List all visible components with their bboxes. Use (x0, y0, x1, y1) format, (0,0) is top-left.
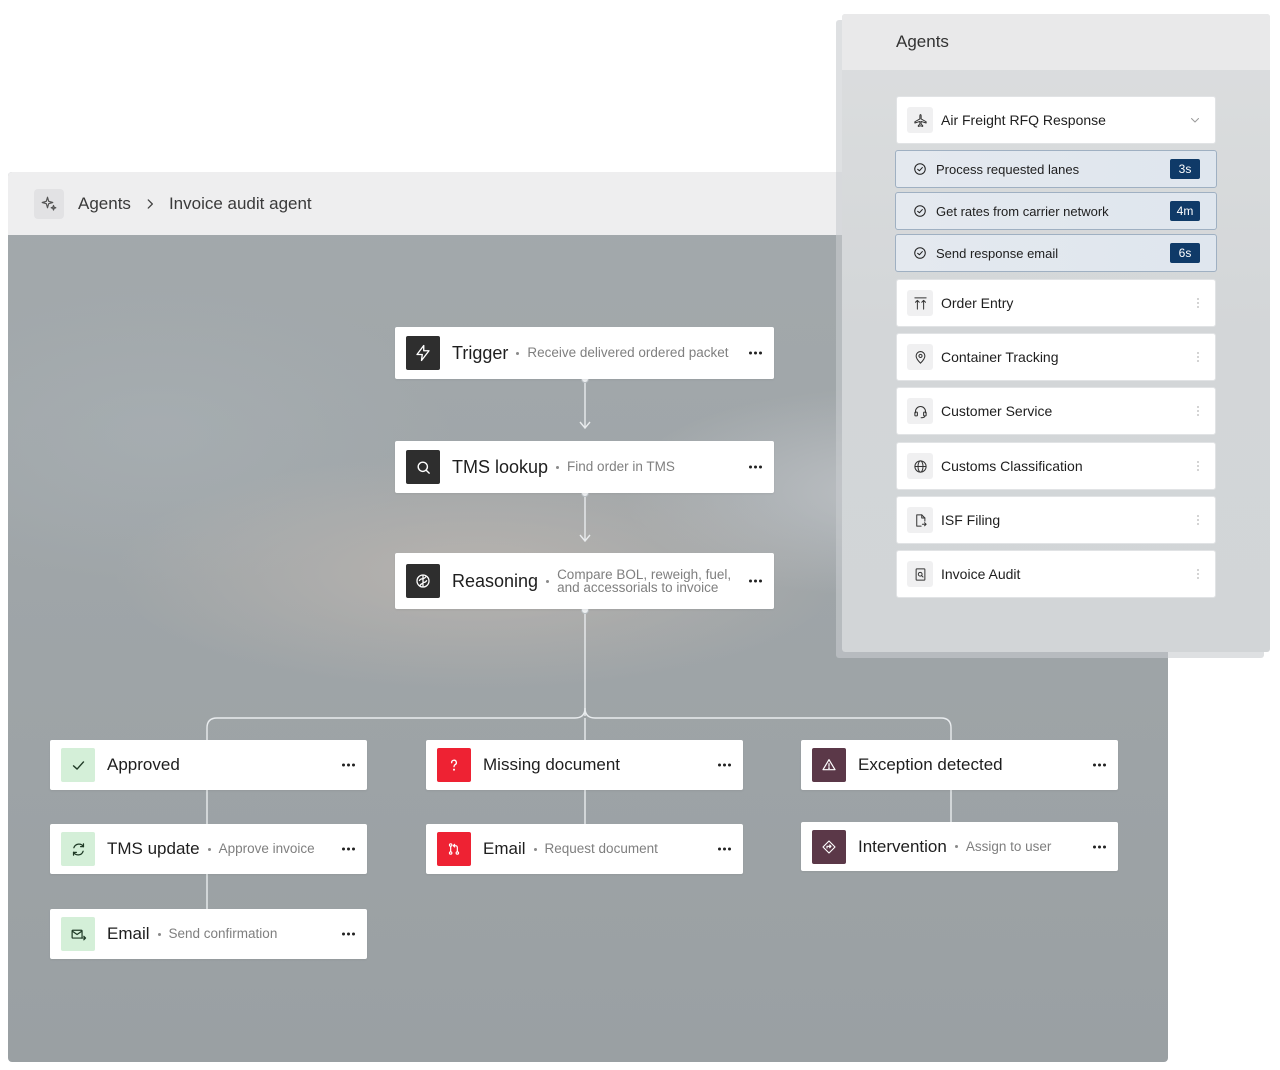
node-subtitle-line2: and accessorials to invoice (557, 580, 719, 595)
check-circle-icon (913, 204, 927, 218)
node-title: TMS update (107, 839, 200, 858)
exception-detected-node[interactable]: Exception detected (801, 740, 1118, 790)
more-options-icon[interactable] (342, 932, 355, 936)
reasoning-node[interactable]: Reasoning Compare BOL, reweigh, fuel, an… (395, 553, 774, 609)
separator-dot (157, 932, 161, 936)
kebab-menu-icon[interactable] (1197, 352, 1199, 362)
search-icon (406, 450, 440, 484)
node-subtitle: Assign to user (965, 838, 1052, 854)
agent-label: Customs Classification (941, 458, 1083, 474)
more-options-icon[interactable] (342, 847, 355, 851)
agent-label: Air Freight RFQ Response (941, 112, 1106, 128)
agent-customs-classification[interactable]: Customs Classification (896, 442, 1216, 490)
node-title: Approved (107, 755, 180, 774)
agent-dropdown-air-freight-rfq[interactable]: Air Freight RFQ Response (896, 96, 1216, 144)
mail-send-icon (61, 917, 95, 951)
more-options-icon[interactable] (749, 465, 762, 469)
node-title: Reasoning (452, 570, 539, 591)
agent-customer-service[interactable]: Customer Service (896, 387, 1216, 435)
node-subtitle-line1: Compare BOL, reweigh, fuel, (557, 566, 732, 582)
upload-arrows-icon (907, 290, 933, 316)
step-label: Process requested lanes (936, 161, 1080, 177)
agent-label: Customer Service (941, 403, 1053, 419)
invoice-search-icon (907, 561, 933, 587)
check-circle-icon (913, 162, 927, 176)
email-request-node[interactable]: Email Request document (426, 824, 743, 874)
check-circle-icon (913, 246, 927, 260)
separator-dot (954, 845, 958, 848)
step-label: Send response email (936, 245, 1059, 261)
separator-dot (516, 351, 520, 355)
agents-panel-title: Agents (842, 14, 1270, 70)
agent-order-entry[interactable]: Order Entry (896, 279, 1216, 327)
node-subtitle: Approve invoice (218, 841, 315, 857)
node-title: Intervention (858, 836, 947, 856)
headset-icon (907, 398, 933, 424)
kebab-menu-icon[interactable] (1197, 515, 1199, 525)
kebab-menu-icon[interactable] (1197, 569, 1199, 579)
node-subtitle: Receive delivered ordered packet (527, 345, 729, 361)
more-options-icon[interactable] (342, 763, 355, 767)
kebab-menu-icon[interactable] (1197, 461, 1199, 471)
agent-label: Invoice Audit (941, 566, 1021, 582)
tms-lookup-node[interactable]: TMS lookup Find order in TMS (395, 441, 774, 493)
node-subtitle: Send confirmation (168, 926, 278, 942)
agents-panel: Agents Air Freight RFQ Response Process … (842, 14, 1270, 652)
trigger-node[interactable]: Trigger Receive delivered ordered packet (395, 327, 774, 379)
lightning-icon (406, 336, 440, 370)
question-icon (437, 748, 471, 782)
node-title: Trigger (452, 342, 509, 363)
kebab-menu-icon[interactable] (1197, 298, 1199, 308)
node-title: Missing document (483, 755, 621, 774)
agent-isf-filing[interactable]: ISF Filing (896, 496, 1216, 544)
approved-node[interactable]: Approved (50, 740, 367, 790)
separator-dot (533, 847, 537, 851)
refresh-icon (61, 832, 95, 866)
agent-label: ISF Filing (941, 512, 1001, 528)
more-options-icon[interactable] (718, 763, 731, 767)
warning-icon (812, 748, 846, 782)
brain-icon (406, 564, 440, 598)
duration-badge: 6s (1170, 243, 1200, 263)
more-options-icon[interactable] (1093, 845, 1106, 848)
step-process-requested-lanes[interactable]: Process requested lanes 3s (895, 150, 1217, 188)
more-options-icon[interactable] (718, 847, 731, 851)
tms-update-node[interactable]: TMS update Approve invoice (50, 824, 367, 874)
node-title: Email (483, 839, 526, 858)
merge-icon (437, 832, 471, 866)
separator-dot (207, 847, 211, 851)
diamond-arrow-icon (812, 829, 846, 864)
airplane-icon (907, 107, 933, 133)
duration-badge: 3s (1170, 159, 1200, 179)
chevron-down-icon[interactable] (1189, 114, 1201, 126)
node-title: Exception detected (858, 755, 1003, 774)
agent-label: Order Entry (941, 295, 1014, 311)
duration-badge: 4m (1170, 201, 1200, 221)
separator-dot (556, 465, 560, 469)
email-confirmation-node[interactable]: Email Send confirmation (50, 909, 367, 959)
separator-dot (546, 579, 550, 583)
kebab-menu-icon[interactable] (1197, 406, 1199, 416)
step-send-response-email[interactable]: Send response email 6s (895, 234, 1217, 272)
step-get-rates[interactable]: Get rates from carrier network 4m (895, 192, 1217, 230)
agent-container-tracking[interactable]: Container Tracking (896, 333, 1216, 381)
node-subtitle: Request document (544, 841, 658, 857)
missing-document-node[interactable]: Missing document (426, 740, 743, 790)
node-title: TMS lookup (452, 456, 549, 477)
check-icon (61, 748, 95, 782)
more-options-icon[interactable] (749, 579, 762, 583)
node-subtitle: Find order in TMS (567, 459, 675, 475)
more-options-icon[interactable] (1093, 763, 1106, 767)
step-label: Get rates from carrier network (936, 203, 1109, 219)
intervention-node[interactable]: Intervention Assign to user (801, 822, 1118, 871)
globe-icon (907, 453, 933, 479)
file-arrow-icon (907, 507, 933, 533)
node-title: Email (107, 924, 150, 943)
location-pin-icon (907, 344, 933, 370)
agent-label: Container Tracking (941, 349, 1059, 365)
node-subtitle: Compare BOL, reweigh, fuel, and accessor… (557, 566, 732, 595)
agent-invoice-audit[interactable]: Invoice Audit (896, 550, 1216, 598)
more-options-icon[interactable] (749, 351, 762, 355)
